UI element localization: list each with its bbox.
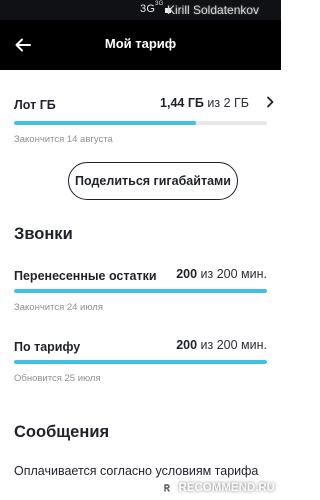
carryover-value: 200 из 200 мин. (176, 267, 267, 281)
page-title: Мой тариф (104, 36, 177, 51)
status-bar: 3G3G Kirill Soldatenkov (0, 0, 281, 20)
internet-progress-bar (14, 121, 267, 125)
internet-expiry-note: Закончится 14 августа (14, 134, 113, 145)
calls-section-title: Звонки (14, 225, 73, 243)
carryover-note: Закончится 24 июля (14, 302, 103, 313)
messages-section-title: Сообщения (14, 423, 110, 441)
carryover-progress-fill (14, 289, 267, 293)
watermark-logo-icon (158, 480, 175, 496)
user-name: Kirill Soldatenkov (167, 3, 260, 17)
carryover-label: Перенесенные остатки (14, 269, 157, 283)
carryover-progress-bar (14, 289, 267, 293)
share-gigabytes-button[interactable]: Поделиться гигабайтами (68, 162, 238, 200)
watermark: RECOMMEND.RU (158, 480, 275, 496)
tariff-value: 200 из 200 мин. (176, 338, 267, 352)
app-bar: Мой тариф (0, 20, 281, 70)
tariff-progress-fill (14, 360, 267, 364)
messages-info-text: Оплачивается согласно условиям тарифа (14, 464, 259, 478)
internet-value: 1,44 ГБ из 2 ГБ (160, 96, 249, 110)
tariff-label: По тарифу (14, 340, 81, 354)
chevron-right-icon (267, 96, 274, 108)
tariff-progress-bar (14, 360, 267, 364)
tariff-note: Обновится 25 июля (14, 373, 101, 384)
internet-label: Лот ГБ (14, 98, 56, 112)
watermark-text: RECOMMEND.RU (178, 482, 275, 494)
internet-progress-fill (14, 121, 197, 125)
